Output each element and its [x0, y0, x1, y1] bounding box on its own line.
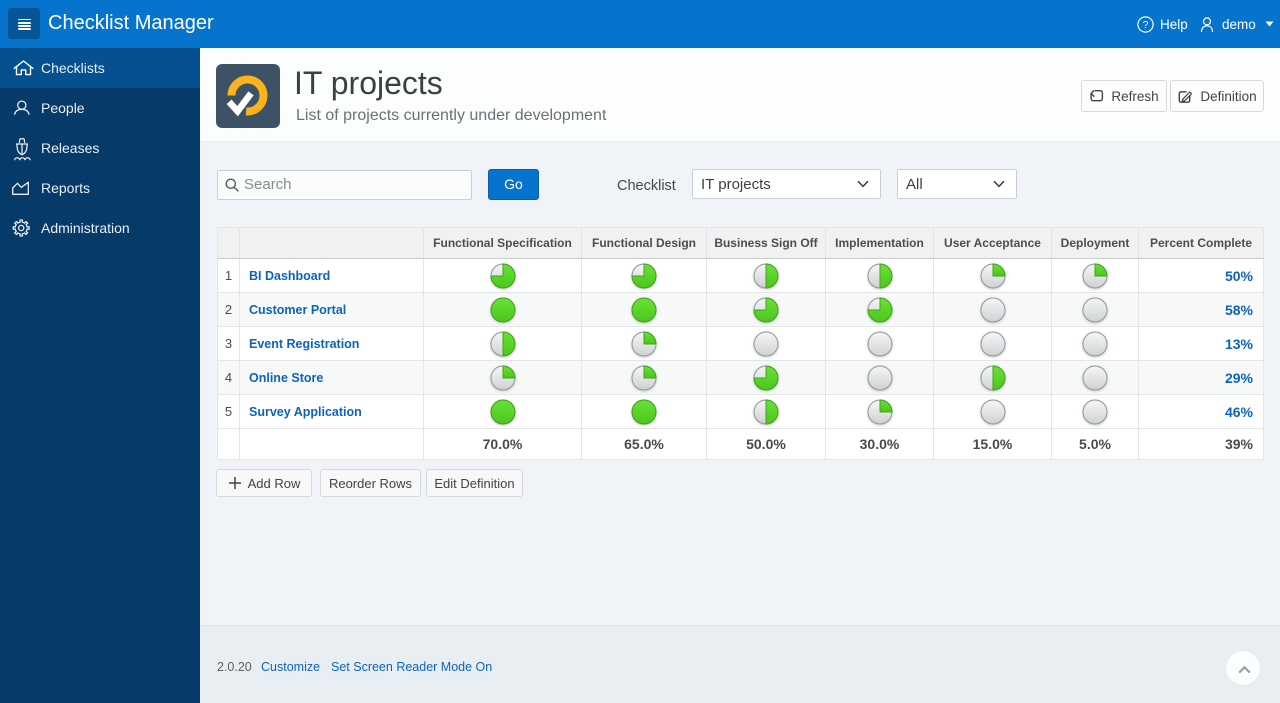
svg-text:?: ?	[1143, 19, 1149, 31]
